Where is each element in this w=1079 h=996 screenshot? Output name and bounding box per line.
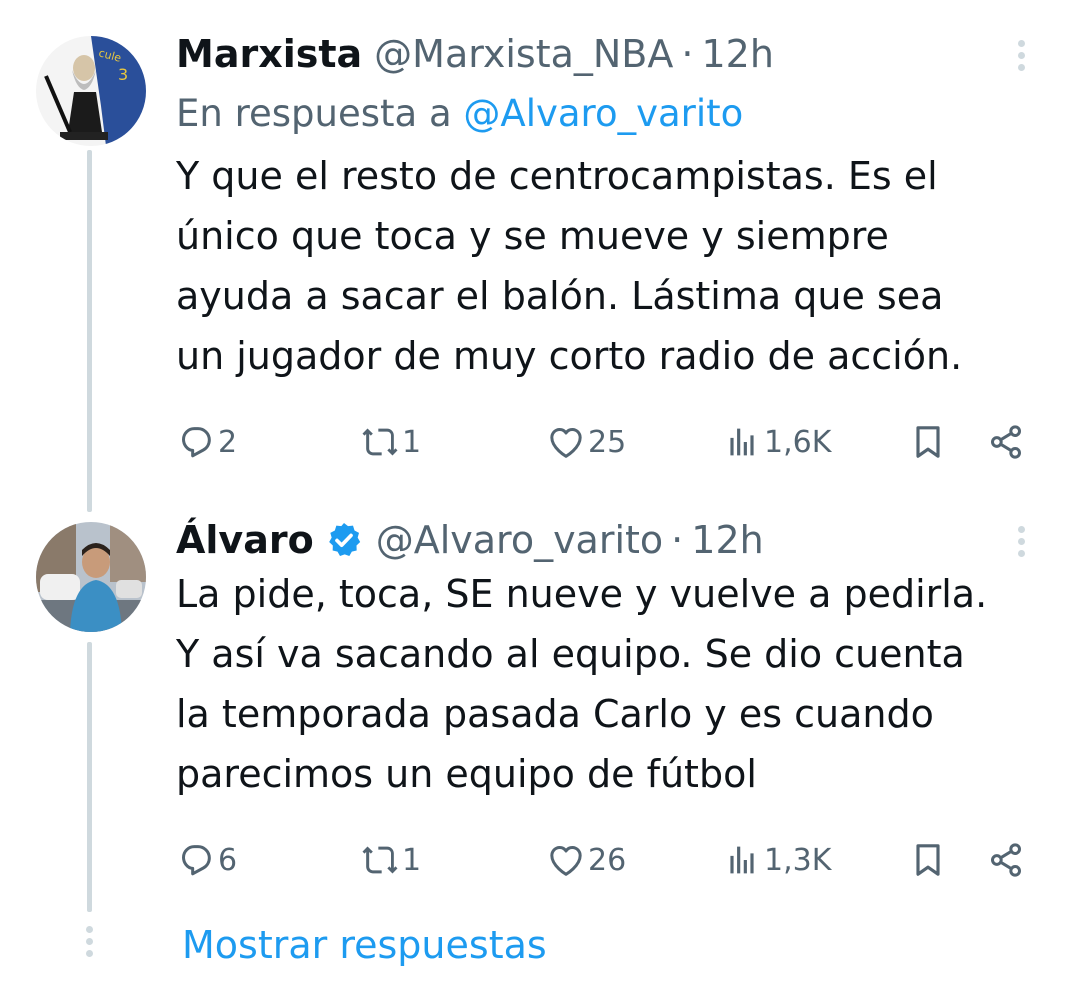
- svg-text:3: 3: [118, 65, 128, 84]
- display-name[interactable]: Álvaro: [176, 518, 314, 562]
- avatar-photo: [36, 522, 146, 632]
- like-button[interactable]: 26: [546, 838, 626, 882]
- tweet-text-line: la temporada pasada Carlo y es cuando: [176, 692, 934, 736]
- share-button[interactable]: [986, 420, 1026, 464]
- avatar[interactable]: [36, 522, 146, 632]
- share-icon: [991, 843, 1021, 877]
- verified-badge-icon: [324, 520, 364, 560]
- avatar[interactable]: cule 3: [36, 36, 146, 146]
- retweet-count: 1: [402, 842, 422, 878]
- reply-context: En respuesta a @Alvaro_varito: [176, 90, 1046, 138]
- bookmark-button[interactable]: [908, 838, 948, 882]
- views-count: 1,3K: [764, 842, 832, 878]
- timestamp[interactable]: 12h: [691, 518, 763, 562]
- tweet-actions: 2 1 25 1,6K: [176, 420, 1036, 464]
- display-name[interactable]: Marxista: [176, 32, 362, 76]
- like-count: 26: [588, 842, 627, 878]
- retweet-count: 1: [402, 424, 422, 460]
- tweet-text-line: Y que el resto de centrocampistas. Es el: [176, 154, 938, 198]
- reply-mention-link[interactable]: @Alvaro_varito: [463, 92, 743, 135]
- tweet-text-line: Y así va sacando al equipo. Se dio cuent…: [176, 632, 965, 676]
- views-button[interactable]: 1,6K: [722, 420, 831, 464]
- user-handle[interactable]: @Alvaro_varito: [376, 518, 663, 562]
- like-button[interactable]: 25: [546, 420, 626, 464]
- reply-count: 2: [218, 424, 238, 460]
- avatar-illustration: cule 3: [36, 36, 146, 146]
- bookmark-icon: [916, 426, 940, 458]
- share-button[interactable]: [986, 838, 1026, 882]
- retweet-icon: [362, 846, 398, 874]
- tweet-text-line: parecimos un equipo de fútbol: [176, 752, 757, 796]
- show-replies-link[interactable]: Mostrar respuestas: [182, 920, 547, 970]
- like-count: 25: [588, 424, 627, 460]
- share-icon: [991, 425, 1021, 459]
- heart-icon: [550, 428, 582, 458]
- tweet-text-line: un jugador de muy corto radio de acción.: [176, 334, 963, 378]
- tweet-text-line: La pide, toca, SE nueve y vuelve a pedir…: [176, 572, 988, 616]
- tweet-text-line: único que toca y se mueve y siempre: [176, 214, 889, 258]
- reply-count: 6: [218, 842, 238, 878]
- tweet-text-line: ayuda a sacar el balón. Lástima que sea: [176, 274, 944, 318]
- retweet-icon: [362, 428, 398, 456]
- tweet-text: Y que el resto de centrocampistas. Es el…: [176, 146, 1056, 386]
- reply-button[interactable]: 6: [176, 838, 237, 882]
- views-button[interactable]: 1,3K: [722, 838, 831, 882]
- reply-button[interactable]: 2: [176, 420, 237, 464]
- views-icon: [730, 846, 754, 874]
- tweet-text: La pide, toca, SE nueve y vuelve a pedir…: [176, 564, 1056, 804]
- tweet-header: Marxista @Marxista_NBA · 12h: [176, 30, 1046, 78]
- retweet-button[interactable]: 1: [360, 420, 421, 464]
- more-icon[interactable]: [1018, 40, 1030, 76]
- heart-icon: [550, 846, 582, 876]
- bookmark-icon: [916, 844, 940, 876]
- timestamp[interactable]: 12h: [701, 32, 773, 76]
- retweet-button[interactable]: 1: [360, 838, 421, 882]
- tweet-header: Álvaro @Alvaro_varito · 12h: [176, 516, 1046, 564]
- bookmark-button[interactable]: [908, 420, 948, 464]
- reply-icon: [182, 427, 211, 458]
- thread-connector-line: [87, 642, 92, 912]
- thread-continuation-dots: [86, 926, 94, 960]
- separator-dot: ·: [681, 32, 694, 76]
- views-icon: [730, 428, 754, 456]
- separator-dot: ·: [671, 518, 684, 562]
- reply-context-prefix: En respuesta a: [176, 92, 464, 135]
- views-count: 1,6K: [764, 424, 832, 460]
- thread-connector-line: [87, 150, 92, 512]
- reply-icon: [182, 845, 211, 876]
- tweet[interactable]: Marxista @Marxista_NBA · 12h En respuest…: [176, 30, 1046, 386]
- more-icon[interactable]: [1018, 526, 1030, 562]
- tweet[interactable]: Álvaro @Alvaro_varito · 12h La pide, toc…: [176, 516, 1046, 804]
- user-handle[interactable]: @Marxista_NBA: [374, 32, 673, 76]
- tweet-actions: 6 1 26 1,3K: [176, 838, 1036, 882]
